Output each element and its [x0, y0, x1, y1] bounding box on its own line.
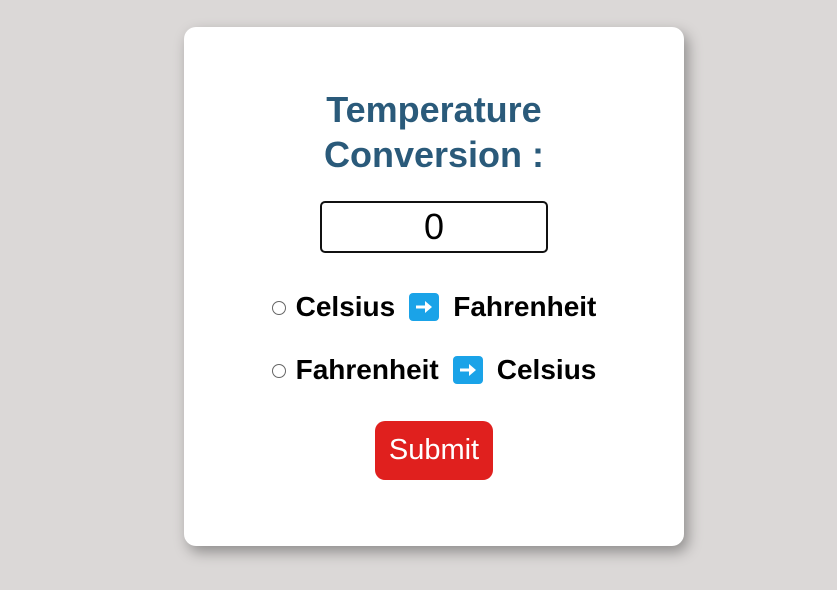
right-arrow-icon [409, 293, 440, 321]
radio-fahrenheit-to-celsius[interactable] [271, 364, 286, 378]
option-from-label: Fahrenheit [295, 354, 439, 385]
temperature-input[interactable] [320, 201, 548, 253]
option-from-label: Celsius [295, 291, 396, 322]
submit-button[interactable]: Submit [375, 421, 493, 480]
option-fahrenheit-to-celsius[interactable]: Fahrenheit Celsius [184, 354, 684, 386]
right-arrow-icon [452, 356, 483, 384]
page-title: Temperature Conversion : [184, 87, 684, 177]
option-celsius-to-fahrenheit[interactable]: Celsius Fahrenheit [184, 291, 684, 323]
title-line-2: Conversion : [323, 134, 545, 175]
title-line-1: Temperature [326, 89, 542, 130]
converter-card: Temperature Conversion : Celsius Fahrenh… [184, 27, 684, 546]
option-to-label: Celsius [496, 354, 597, 385]
option-to-label: Fahrenheit [453, 291, 597, 322]
radio-celsius-to-fahrenheit[interactable] [271, 301, 286, 315]
